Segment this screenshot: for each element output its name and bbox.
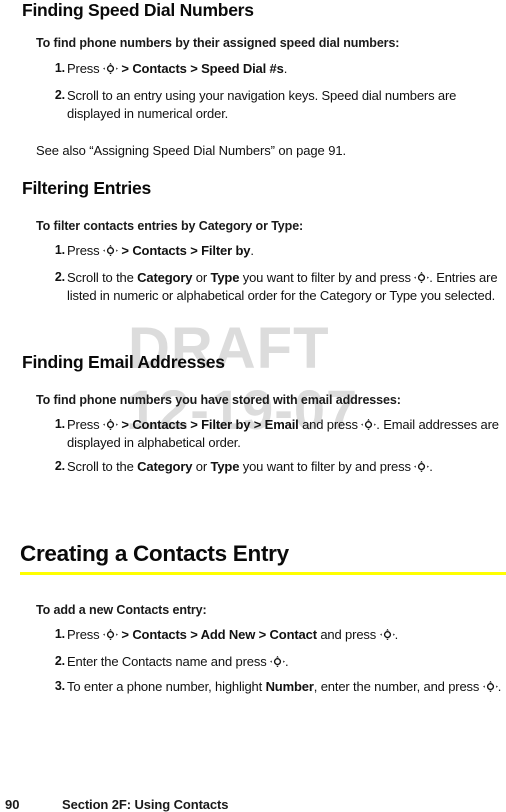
menu-path-label: Number (265, 678, 314, 694)
menu-path-label: Category (137, 459, 193, 474)
step-text: Enter the Contacts name and press . (67, 654, 289, 669)
section-heading: Finding Speed Dial Numbers (22, 0, 254, 20)
step-number: 2. (54, 654, 65, 668)
list-item: 1. Press > Contacts > Filter by > Email … (45, 416, 503, 451)
section-lead-text: To find phone numbers you have stored wi… (36, 393, 401, 407)
section-lead-text: To filter contacts entries by Category o… (36, 219, 304, 233)
cross-reference-note: See also “Assigning Speed Dial Numbers” … (36, 143, 346, 158)
list-item: 1. Press > Contacts > Add New > Contact … (45, 626, 503, 646)
page-number: 90 (5, 797, 20, 812)
footer-section-label: Section 2F: Using Contacts (62, 797, 229, 812)
step-list: 1. Press > Contacts > Add New > Contact … (45, 626, 503, 695)
list-item: 1. Press > Contacts > Speed Dial #s. (45, 60, 503, 80)
menu-path-label: > Contacts > Add New > Contact (117, 627, 317, 642)
list-item: 2. Scroll to the Category or Type you wa… (45, 458, 503, 476)
step-number: 2. (54, 270, 65, 284)
navigation-key-icon (414, 272, 430, 283)
navigation-key-icon (103, 419, 118, 430)
navigation-key-icon (103, 63, 118, 74)
step-text: Scroll to the Category or Type you want … (67, 270, 498, 303)
step-text: Press > Contacts > Filter by > Email and… (67, 417, 499, 450)
navigation-key-icon (103, 629, 118, 640)
chapter-lead-text: To add a new Contacts entry: (36, 603, 207, 617)
menu-path-label: > Contacts > Speed Dial #s (117, 61, 284, 76)
step-number: 1. (54, 243, 65, 257)
section-heading: Finding Email Addresses (22, 352, 225, 372)
step-number: 2. (54, 459, 65, 473)
list-item: 3. To enter a phone number, highlight Nu… (45, 678, 503, 696)
step-list: 1. Press > Contacts > Filter by > Email … (45, 416, 503, 476)
list-item: 1. Press > Contacts > Filter by. (45, 242, 503, 262)
step-number: 1. (54, 417, 65, 431)
menu-path-label: > Contacts > Filter by > Email (117, 417, 299, 432)
chapter-creating-a-contacts-entry: Creating a Contacts Entry To add a new C… (0, 540, 506, 694)
step-text: Press > Contacts > Speed Dial #s. (67, 61, 288, 76)
menu-path-label: Category (137, 270, 193, 285)
navigation-key-icon (103, 245, 118, 256)
step-text: To enter a phone number, highlight Numbe… (67, 678, 502, 694)
step-number: 1. (54, 627, 65, 641)
navigation-key-icon (270, 656, 285, 667)
step-text: Scroll to the Category or Type you want … (67, 459, 433, 474)
page-title: Creating a Contacts Entry (20, 541, 289, 566)
accent-rule (20, 572, 506, 575)
menu-path-label: Type (210, 459, 240, 474)
menu-path-label: > Contacts > Filter by (117, 243, 251, 258)
section-lead-text: To find phone numbers by their assigned … (36, 36, 400, 50)
list-item: 2. Scroll to an entry using your navigat… (45, 87, 503, 122)
navigation-key-icon (379, 629, 395, 640)
step-list: 1. Press > Contacts > Speed Dial #s. 2. … (45, 60, 503, 122)
menu-path-label: Type (210, 270, 240, 285)
section-heading: Filtering Entries (22, 178, 151, 198)
step-text: Press > Contacts > Filter by. (67, 243, 254, 258)
list-item: 2. Enter the Contacts name and press . (45, 653, 503, 671)
step-text: Press > Contacts > Add New > Contact and… (67, 627, 399, 642)
navigation-key-icon (414, 461, 430, 472)
navigation-key-icon (361, 419, 377, 430)
step-number: 1. (54, 61, 65, 75)
step-list: 1. Press > Contacts > Filter by. 2. Scro… (45, 242, 503, 304)
list-item: 2. Scroll to the Category or Type you wa… (45, 269, 503, 304)
navigation-key-icon (482, 680, 498, 692)
step-number: 3. (54, 678, 65, 693)
step-number: 2. (54, 88, 65, 102)
step-text: Scroll to an entry using your navigation… (67, 88, 457, 121)
